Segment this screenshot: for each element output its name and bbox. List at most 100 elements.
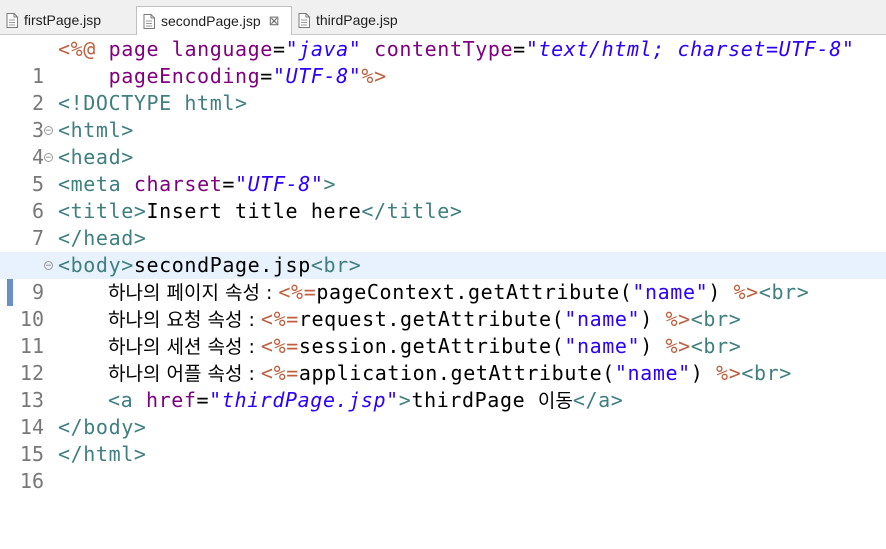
attr-value: "thirdPage.jsp" — [209, 388, 399, 412]
attr-value: "UTF-8" — [235, 172, 324, 196]
tab-label: thirdPage.jsp — [316, 12, 398, 28]
html-tag: < — [310, 253, 324, 277]
java-expr: ) — [690, 361, 717, 385]
code-text: <body>secondPage.jsp<br> — [58, 252, 361, 279]
tab-thirdpage[interactable]: thirdPage.jsp — [292, 6, 422, 34]
equals: = — [272, 37, 286, 61]
html-tag: <br> — [741, 361, 792, 385]
string-literal: "name" — [614, 361, 691, 385]
korean-text: 하나의 어플 속성 : — [108, 363, 261, 385]
code-text: 하나의 세션 속성 : <%=session.getAttribute("nam… — [108, 333, 741, 360]
code-text: <html> — [58, 117, 134, 144]
code-text: </head> — [58, 225, 147, 252]
code-text: <%@ page language="java" contentType="te… — [58, 36, 854, 63]
jsp-delimiter: <%@ — [58, 37, 96, 61]
html-tag: </head> — [58, 226, 147, 250]
korean-text: 하나의 요청 속성 : — [108, 309, 261, 331]
code-line-current: 9 − <body>secondPage.jsp<br> — [0, 252, 886, 304]
attr-value: "UTF-8" — [272, 64, 362, 88]
fold-collapse-icon[interactable]: − — [44, 126, 53, 136]
jsp-delimiter: %> — [733, 280, 759, 304]
code-text: 하나의 어플 속성 : <%=application.getAttribute(… — [108, 360, 792, 387]
code-text: <meta charset="UTF-8"> — [58, 171, 336, 198]
code-text: <title>Insert title here</title> — [58, 198, 463, 225]
fold-collapse-icon[interactable]: − — [44, 153, 53, 163]
jsp-delimiter: <%= — [278, 280, 317, 304]
html-tag: <meta — [58, 172, 134, 196]
tab-label: secondPage.jsp — [161, 13, 261, 29]
korean-text: 하나의 세션 속성 : — [108, 336, 261, 358]
html-tag: </html> — [58, 442, 147, 466]
code-line: 1 <%@ page language="java" contentType="… — [0, 36, 886, 88]
jsp-file-icon — [6, 12, 18, 28]
code-line: 12 하나의 세션 속성 : <%=session.getAttribute("… — [0, 333, 886, 385]
text-content: Insert title here — [146, 199, 362, 223]
code-editor[interactable]: 1 <%@ page language="java" contentType="… — [0, 35, 886, 493]
html-tag: </a> — [572, 388, 624, 412]
text-content: secondPage.jsp — [133, 253, 311, 277]
html-tag: <br> — [690, 307, 742, 331]
code-line: 16 </html> — [0, 441, 886, 493]
code-line: 11 하나의 요청 속성 : <%=request.getAttribute("… — [0, 306, 886, 358]
code-line: 10 하나의 페이지 속성 : <%=pageContext.getAttrib… — [0, 279, 886, 331]
equals: = — [260, 64, 273, 88]
attr-name: contentType — [361, 37, 514, 61]
doctype: <!DOCTYPE html> — [58, 91, 248, 115]
directive: page — [95, 37, 172, 61]
attr-name: href — [145, 388, 197, 412]
jsp-delimiter: %> — [716, 361, 742, 385]
jsp-delimiter: %> — [665, 334, 691, 358]
code-text: </html> — [58, 441, 147, 468]
html-tag: <head> — [58, 145, 134, 169]
jsp-delimiter: %> — [665, 307, 691, 331]
html-tag: <body> — [58, 253, 134, 277]
equals: = — [222, 172, 236, 196]
attr-name: charset — [133, 172, 223, 196]
code-line: 3 <!DOCTYPE html> — [0, 90, 886, 142]
html-tag: </title> — [361, 199, 463, 223]
html-tag: </body> — [58, 415, 147, 439]
jsp-delimiter: <%= — [260, 361, 299, 385]
code-line: 6 <meta charset="UTF-8"> — [0, 171, 886, 223]
string-literal: "name" — [632, 280, 709, 304]
attr-value: "java" — [285, 37, 362, 61]
equals: = — [513, 37, 526, 61]
code-text: </body> — [58, 414, 147, 441]
html-tag: <br> — [690, 334, 742, 358]
code-text: pageEncoding="UTF-8"%> — [58, 63, 387, 90]
html-tag: <a — [108, 388, 146, 412]
code-line: 14 <a href="thirdPage.jsp">thirdPage 이동<… — [0, 387, 886, 439]
korean-text: 하나의 페이지 속성 : — [108, 282, 279, 304]
jsp-file-icon — [298, 12, 310, 28]
code-line: 15 </body> — [0, 414, 886, 466]
close-icon[interactable]: ⊠ — [269, 13, 280, 29]
tab-label: firstPage.jsp — [24, 12, 102, 28]
equals: = — [196, 388, 210, 412]
code-text: 하나의 페이지 속성 : <%=pageContext.getAttribute… — [108, 279, 809, 306]
html-tag: > — [323, 172, 337, 196]
tab-firstpage[interactable]: firstPage.jsp — [0, 6, 134, 34]
attr-name: pageEncoding — [58, 64, 261, 88]
java-expr: ) — [708, 280, 734, 304]
text-content: thirdPage — [411, 388, 538, 412]
code-line: 5 − <head> — [0, 144, 886, 196]
code-line: 13 하나의 어플 속성 : <%=application.getAttribu… — [0, 360, 886, 412]
jsp-delimiter: <%= — [260, 307, 299, 331]
tab-secondpage[interactable]: secondPage.jsp ⊠ — [136, 6, 292, 35]
html-tag: > — [398, 388, 412, 412]
java-expr: request.getAttribute( — [298, 307, 565, 331]
string-literal: "name" — [564, 334, 641, 358]
code-text: <head> — [58, 144, 134, 171]
string-literal: "name" — [564, 307, 641, 331]
fold-collapse-icon[interactable]: − — [44, 261, 53, 271]
html-tag: br> — [323, 253, 362, 277]
html-tag: <html> — [58, 118, 134, 142]
attr-name: language — [171, 37, 273, 61]
code-line: 4 − <html> — [0, 117, 886, 169]
java-expr: application.getAttribute( — [298, 361, 615, 385]
code-line: 7 <title>Insert title here</title> — [0, 198, 886, 250]
code-text: <a href="thirdPage.jsp">thirdPage 이동</a> — [108, 387, 623, 414]
code-text: <!DOCTYPE html> — [58, 90, 248, 117]
code-text: 하나의 요청 속성 : <%=request.getAttribute("nam… — [108, 306, 741, 333]
java-expr: pageContext.getAttribute( — [316, 280, 633, 304]
